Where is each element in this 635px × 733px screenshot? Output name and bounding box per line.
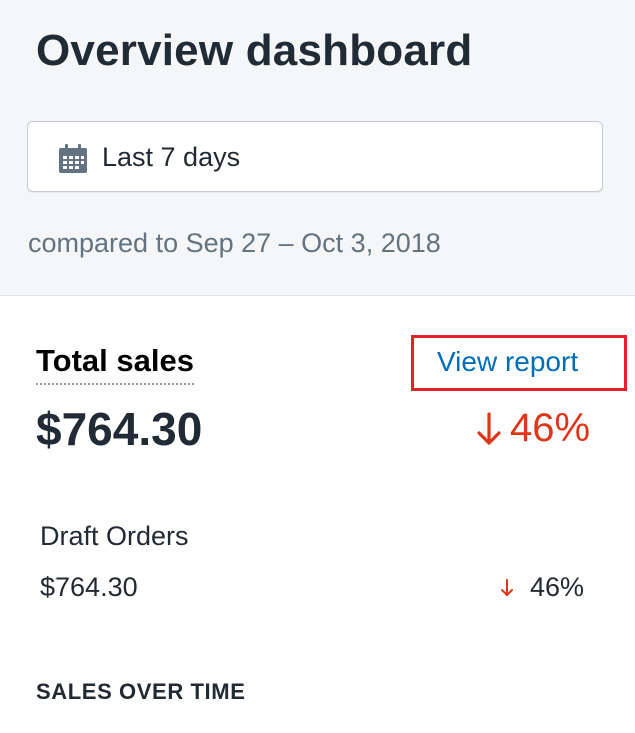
arrow-down-icon xyxy=(501,578,513,596)
sales-over-time-heading: SALES OVER TIME xyxy=(36,679,246,704)
draft-orders-value: $764.30 xyxy=(40,572,138,602)
total-sales-card: Total sales View report $764.30 46% Draf… xyxy=(0,296,635,733)
comparison-period-text: compared to Sep 27 – Oct 3, 2018 xyxy=(28,228,441,258)
calendar-icon xyxy=(59,144,87,173)
total-sales-change-percent: 46% xyxy=(510,406,591,450)
total-sales-value: $764.30 xyxy=(36,403,203,455)
page-title: Overview dashboard xyxy=(36,26,473,75)
draft-orders-change-percent: 46% xyxy=(530,572,585,602)
date-range-label: Last 7 days xyxy=(102,142,241,172)
arrow-down-icon xyxy=(477,411,501,445)
total-sales-title[interactable]: Total sales xyxy=(36,343,194,385)
draft-orders-change: 46% xyxy=(500,572,584,603)
total-sales-change: 46% xyxy=(476,406,590,451)
view-report-link[interactable]: View report xyxy=(437,346,578,378)
page-header: Overview dashboard Last 7 days compared … xyxy=(0,0,635,296)
draft-orders-label: Draft Orders xyxy=(40,521,189,551)
date-range-picker-button[interactable]: Last 7 days xyxy=(27,121,603,192)
